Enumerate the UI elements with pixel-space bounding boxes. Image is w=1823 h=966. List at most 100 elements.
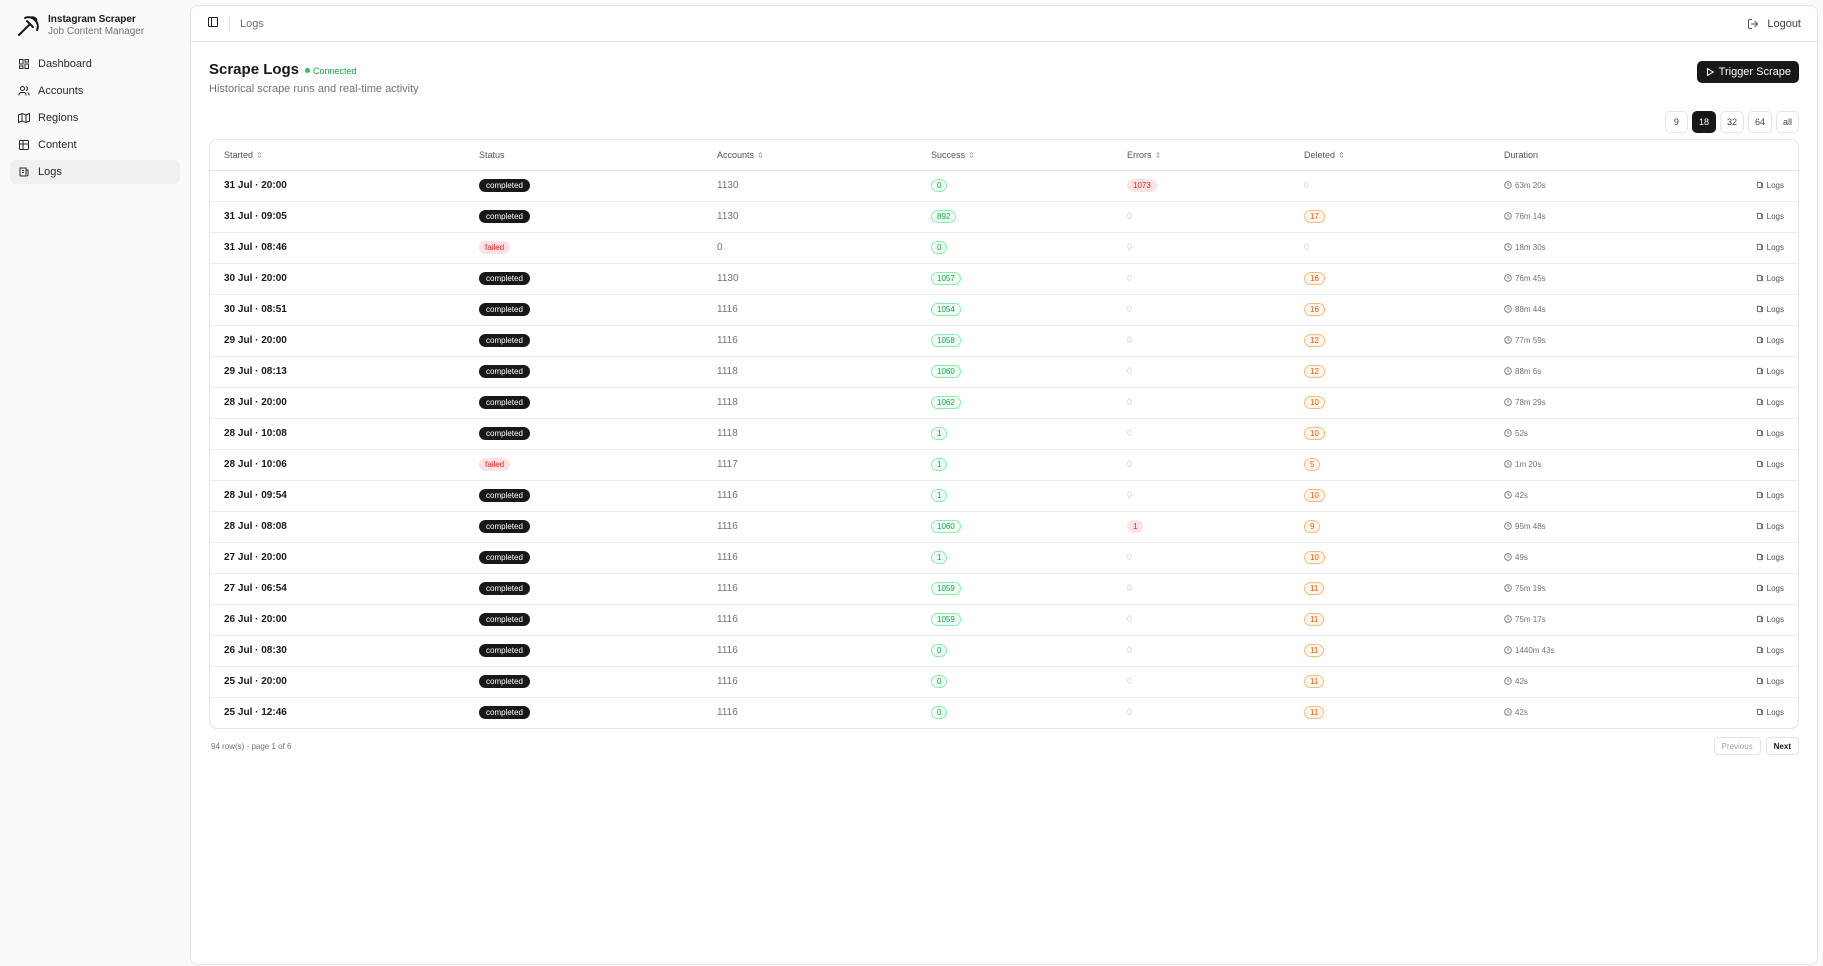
deleted-cell: 10 (1290, 387, 1490, 419)
status-badge: completed (479, 427, 530, 440)
errors-value: 0 (1127, 459, 1133, 469)
sidebar-item-content[interactable]: Content (10, 133, 180, 157)
view-logs-link[interactable]: Logs (1644, 336, 1798, 346)
column-header-deleted[interactable]: Deleted ⇕ (1290, 140, 1490, 171)
deleted-badge: 11 (1304, 706, 1325, 720)
sidebar-nav: Dashboard Accounts Regions Content Logs (10, 52, 180, 184)
status-cell: completed (465, 356, 703, 388)
table-row: 25 Jul · 20:00 completed 1116 0 0 11 42s Logs (210, 666, 1798, 698)
view-logs-link[interactable]: Logs (1644, 274, 1798, 284)
table-row: 29 Jul · 20:00 completed 1116 1058 0 12 77m 59… (210, 325, 1798, 357)
column-header-accounts[interactable]: Accounts ⇕ (703, 140, 917, 171)
table-row: 28 Jul · 09:54 completed 1116 1 0 10 42s Logs (210, 480, 1798, 512)
column-header-errors[interactable]: Errors ⇕ (1113, 140, 1290, 171)
page-size-all[interactable]: all (1775, 111, 1799, 133)
deleted-badge: 10 (1304, 489, 1325, 502)
errors-cell: 1073 (1113, 170, 1290, 202)
sidebar-item-dashboard[interactable]: Dashboard (10, 52, 180, 76)
success-cell: 0 (917, 666, 1113, 698)
page-size-18[interactable]: 18 (1691, 111, 1716, 133)
view-logs-link[interactable]: Logs (1644, 243, 1798, 253)
status-badge: completed (479, 644, 530, 657)
duration-value: 52s (1515, 429, 1528, 438)
trigger-scrape-button[interactable]: Trigger Scrape (1696, 61, 1799, 83)
column-header-success[interactable]: Success ⇕ (917, 140, 1113, 171)
duration-value: 88m 44s (1515, 305, 1546, 314)
view-logs-link[interactable]: Logs (1644, 491, 1798, 501)
view-logs-link[interactable]: Logs (1644, 646, 1798, 656)
column-header-status: Status (465, 140, 703, 171)
status-cell: failed (465, 449, 703, 481)
clock-icon (1504, 211, 1512, 222)
logs-icon (18, 166, 30, 178)
column-header-started[interactable]: Started ⇕ (210, 140, 465, 171)
accounts-cell: 1116 (703, 511, 917, 543)
started-cell: 31 Jul · 20:00 (210, 170, 465, 202)
deleted-badge: 11 (1304, 613, 1325, 626)
accounts-cell: 1116 (703, 604, 917, 636)
deleted-badge: 10 (1304, 396, 1325, 409)
log-icon (1756, 398, 1764, 408)
status-badge: completed (479, 396, 530, 409)
started-cell: 25 Jul · 12:46 (224, 707, 287, 719)
view-logs-link[interactable]: Logs (1644, 429, 1798, 439)
view-logs-link[interactable]: Logs (1644, 398, 1798, 408)
deleted-badge: 11 (1304, 644, 1325, 657)
status-badge: completed (479, 613, 530, 626)
view-logs-link[interactable]: Logs (1644, 553, 1798, 563)
actions-cell: Logs (1630, 170, 1798, 202)
sidebar-item-logs[interactable]: Logs (10, 160, 180, 184)
sidebar-item-accounts[interactable]: Accounts (10, 79, 180, 103)
success-cell: 0 (917, 635, 1113, 667)
view-logs-link[interactable]: Logs (1644, 305, 1798, 315)
status-cell: completed (465, 480, 703, 512)
sidebar-item-regions[interactable]: Regions (10, 106, 180, 130)
success-badge: 1062 (931, 396, 961, 409)
duration-cell: 1440m 43s (1490, 635, 1630, 667)
view-logs-link[interactable]: Logs (1644, 584, 1798, 594)
next-page-button[interactable]: Next (1765, 737, 1799, 755)
dashboard-icon (18, 58, 30, 70)
table-row: 25 Jul · 12:46 completed 1116 0 0 11 42s Logs (210, 697, 1798, 728)
page-size-64[interactable]: 64 (1747, 111, 1772, 133)
accounts-cell: 1130 (703, 201, 917, 233)
logout-button[interactable]: Logout (1747, 18, 1801, 30)
success-badge: 0 (931, 241, 948, 254)
deleted-cell: 17 (1290, 201, 1490, 233)
page-size-32[interactable]: 32 (1719, 111, 1744, 133)
page-size-selector: 9 18 32 64 all (209, 111, 1799, 133)
view-logs-link[interactable]: Logs (1644, 522, 1798, 532)
view-logs-link[interactable]: Logs (1644, 460, 1798, 470)
play-icon (1706, 67, 1715, 77)
brand[interactable]: Instagram Scraper Job Content Manager (10, 12, 180, 52)
view-logs-link[interactable]: Logs (1644, 615, 1798, 625)
previous-page-button[interactable]: Previous (1713, 737, 1761, 755)
duration-value: 75m 17s (1515, 615, 1546, 624)
log-icon (1756, 584, 1764, 594)
started-cell: 28 Jul · 10:08 (210, 418, 465, 450)
success-cell: 0 (917, 232, 1113, 264)
sidebar-toggle-icon[interactable] (207, 16, 219, 31)
status-cell: completed (465, 542, 703, 574)
view-logs-link[interactable]: Logs (1644, 708, 1798, 718)
view-logs-link[interactable]: Logs (1644, 677, 1798, 687)
started-cell: 30 Jul · 08:51 (210, 294, 465, 326)
errors-value: 0 (1127, 707, 1133, 718)
accounts-cell: 1116 (703, 480, 917, 512)
actions-cell: Logs (1630, 604, 1798, 636)
page-size-9[interactable]: 9 (1664, 111, 1688, 133)
started-cell: 26 Jul · 20:00 (210, 604, 465, 636)
view-logs-link[interactable]: Logs (1644, 212, 1798, 222)
table-row: 26 Jul · 08:30 completed 1116 0 0 11 1440m 43s… (210, 635, 1798, 667)
table-row: 27 Jul · 06:54 completed 1116 1059 0 11 75m 19… (210, 573, 1798, 605)
main-panel: Logs Logout Scrape Logs Connected Histor… (190, 5, 1818, 965)
clock-icon (1504, 676, 1512, 687)
sort-icon: ⇕ (1338, 150, 1345, 160)
view-logs-link[interactable]: Logs (1644, 367, 1798, 377)
success-badge: 892 (931, 210, 957, 223)
success-badge: 0 (931, 706, 948, 720)
log-icon (1756, 491, 1764, 501)
status-badge: completed (479, 272, 530, 285)
view-logs-link[interactable]: Logs (1644, 181, 1798, 191)
accounts-cell: 1116 (703, 635, 917, 667)
